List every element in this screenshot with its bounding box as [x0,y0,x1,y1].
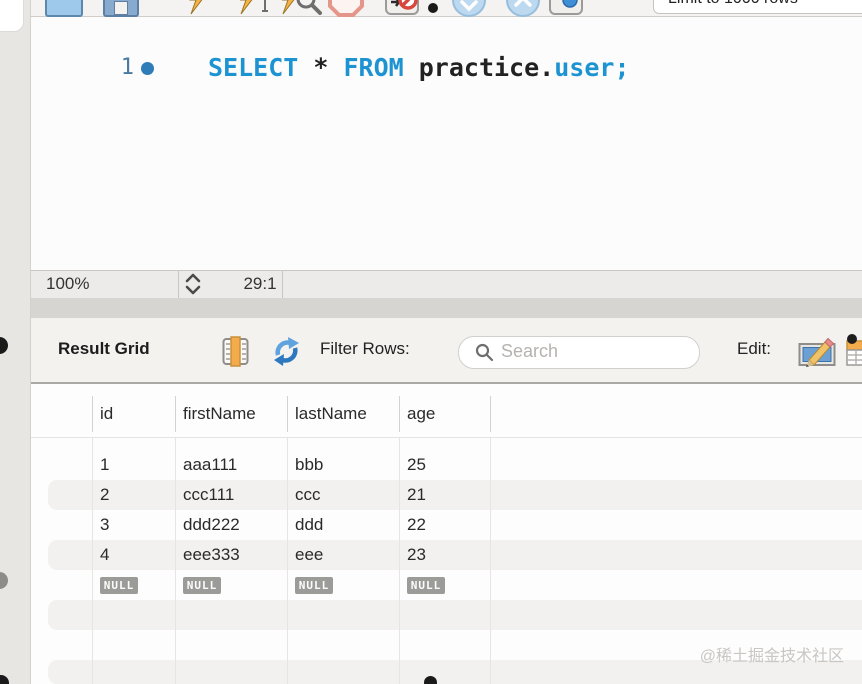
table-row: 1 aaa111 bbb 25 [30,450,862,480]
new-file-icon[interactable] [45,0,83,17]
execute-icon[interactable] [188,0,210,15]
cell-lastName[interactable]: ddd [295,510,323,540]
watermark: @稀土掘金技术社区 [700,642,844,666]
cell-firstName[interactable]: eee333 [183,540,240,570]
sql-editor-toolbar: Limit to 1000 rows ◇ [30,0,862,17]
cell-firstName[interactable]: ddd222 [183,510,240,540]
toggle-stop-on-error-icon[interactable] [385,0,419,15]
cell-firstName[interactable]: ccc111 [183,480,234,510]
panel-divider-band [30,298,862,318]
cell-age[interactable]: 23 [407,540,426,570]
cell-id[interactable]: 2 [100,480,109,510]
edit-label: Edit: [737,339,771,359]
sql-token: SELECT [208,53,298,82]
sql-token: * [298,53,343,82]
column-divider [287,396,288,432]
window-corner-pill [0,0,24,32]
column-header-id[interactable]: id [100,396,113,432]
sql-token: ; [614,53,629,82]
sql-token: practice [404,53,539,82]
save-icon[interactable] [103,0,139,17]
zoom-stepper[interactable] [182,272,204,296]
line-number: 1 [110,55,134,80]
zoom-level: 100% [46,274,89,294]
search-box [458,336,700,369]
column-header-lastName[interactable]: lastName [295,396,367,432]
column-header-age[interactable]: age [407,396,435,432]
column-divider [490,396,491,432]
header-border [30,437,862,438]
table-row: 3 ddd222 ddd 22 [30,510,862,540]
result-grid-title: Result Grid [58,339,150,359]
stop-icon[interactable] [328,0,364,17]
sql-token: . [539,53,554,82]
null-row: NULL NULL NULL NULL [30,570,862,600]
statusbar-separator [178,271,179,298]
null-badge[interactable]: NULL [407,577,445,594]
null-badge[interactable]: NULL [183,577,221,594]
cell-age[interactable]: 25 [407,450,426,480]
left-edge-strip [0,0,31,684]
search-input[interactable] [499,340,688,363]
cell-lastName[interactable]: bbb [295,450,323,480]
column-header-firstName[interactable]: firstName [183,396,256,432]
insert-record-icon[interactable] [845,334,862,368]
cell-age[interactable]: 21 [407,480,426,510]
statement-dot-icon [141,62,154,75]
mysql-workbench-window: Limit to 1000 rows ◇ 1 SELECT * FROM pra… [0,0,862,684]
table-row: 4 eee333 eee 23 [30,540,862,570]
column-divider [175,396,176,432]
execute-current-statement-icon[interactable] [240,0,270,15]
sql-token: FROM [343,53,403,82]
column-divider [399,396,400,432]
row-stripe [48,600,862,630]
refresh-icon[interactable] [270,336,302,367]
cell-lastName[interactable]: ccc [295,480,321,510]
edit-record-icon[interactable] [798,337,836,367]
toolbar-dot [428,3,438,13]
artifact-dot [0,572,8,589]
artifact-dot [0,675,9,684]
cell-age[interactable]: 22 [407,510,426,540]
filter-rows-label: Filter Rows: [320,339,410,359]
toggle-autocommit-icon[interactable] [549,0,583,15]
statusbar-separator [282,271,283,298]
search-icon [475,343,494,362]
artifact-dot [0,337,8,354]
result-grid-table: id firstName lastName age 1 aaa111 bbb 2… [30,384,862,684]
cell-lastName[interactable]: eee [295,540,323,570]
sql-editor[interactable]: 1 SELECT * FROM practice.user; [30,17,862,270]
sql-token: user [554,53,614,82]
rollback-icon[interactable] [506,0,540,17]
caret-position: 29:1 [208,274,312,294]
cell-firstName[interactable]: aaa111 [183,450,237,480]
limit-rows-label: Limit to 1000 rows [668,0,798,8]
table-row: 2 ccc111 ccc 21 [30,480,862,510]
cell-id[interactable]: 1 [100,450,109,480]
sql-code-line: SELECT * FROM practice.user; [208,53,630,82]
explain-plan-icon[interactable] [282,0,322,15]
cell-id[interactable]: 3 [100,510,109,540]
column-divider [92,396,93,432]
null-badge[interactable]: NULL [295,577,333,594]
commit-icon[interactable] [452,0,486,17]
editor-status-bar: 100% 29:1 [30,270,862,299]
null-badge[interactable]: NULL [100,577,138,594]
result-grid-toolbar: Result Grid Filter Rows: Edit: [30,318,862,384]
artifact-dot [424,676,437,684]
cell-id[interactable]: 4 [100,540,109,570]
limit-rows-dropdown[interactable]: Limit to 1000 rows ◇ [653,0,862,14]
form-editor-icon[interactable] [222,336,249,367]
